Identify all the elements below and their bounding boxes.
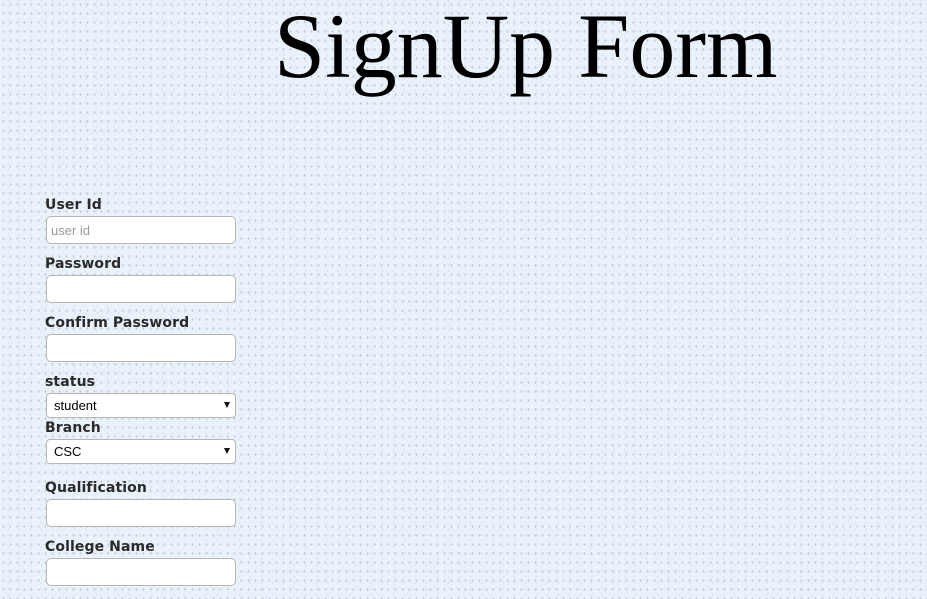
branch-select[interactable]: CSC — [46, 439, 236, 464]
branch-label: Branch — [45, 420, 101, 436]
qualification-label: Qualification — [45, 480, 147, 496]
status-label: status — [45, 374, 96, 390]
status-select[interactable]: student — [46, 393, 236, 418]
user-id-label: User Id — [45, 197, 102, 213]
user-id-input[interactable] — [46, 216, 236, 244]
qualification-input[interactable] — [46, 499, 236, 527]
chevron-down-icon — [224, 402, 230, 408]
college-name-label: College Name — [45, 539, 155, 555]
confirm-password-label: Confirm Password — [45, 315, 190, 331]
password-input[interactable] — [46, 275, 236, 303]
chevron-down-icon — [224, 448, 230, 454]
page-title: SignUp Form — [274, 0, 778, 97]
college-name-input[interactable] — [46, 558, 236, 586]
status-select-value: student — [54, 398, 97, 413]
password-label: Password — [45, 256, 122, 272]
branch-select-value: CSC — [54, 444, 82, 459]
confirm-password-input[interactable] — [46, 334, 236, 362]
